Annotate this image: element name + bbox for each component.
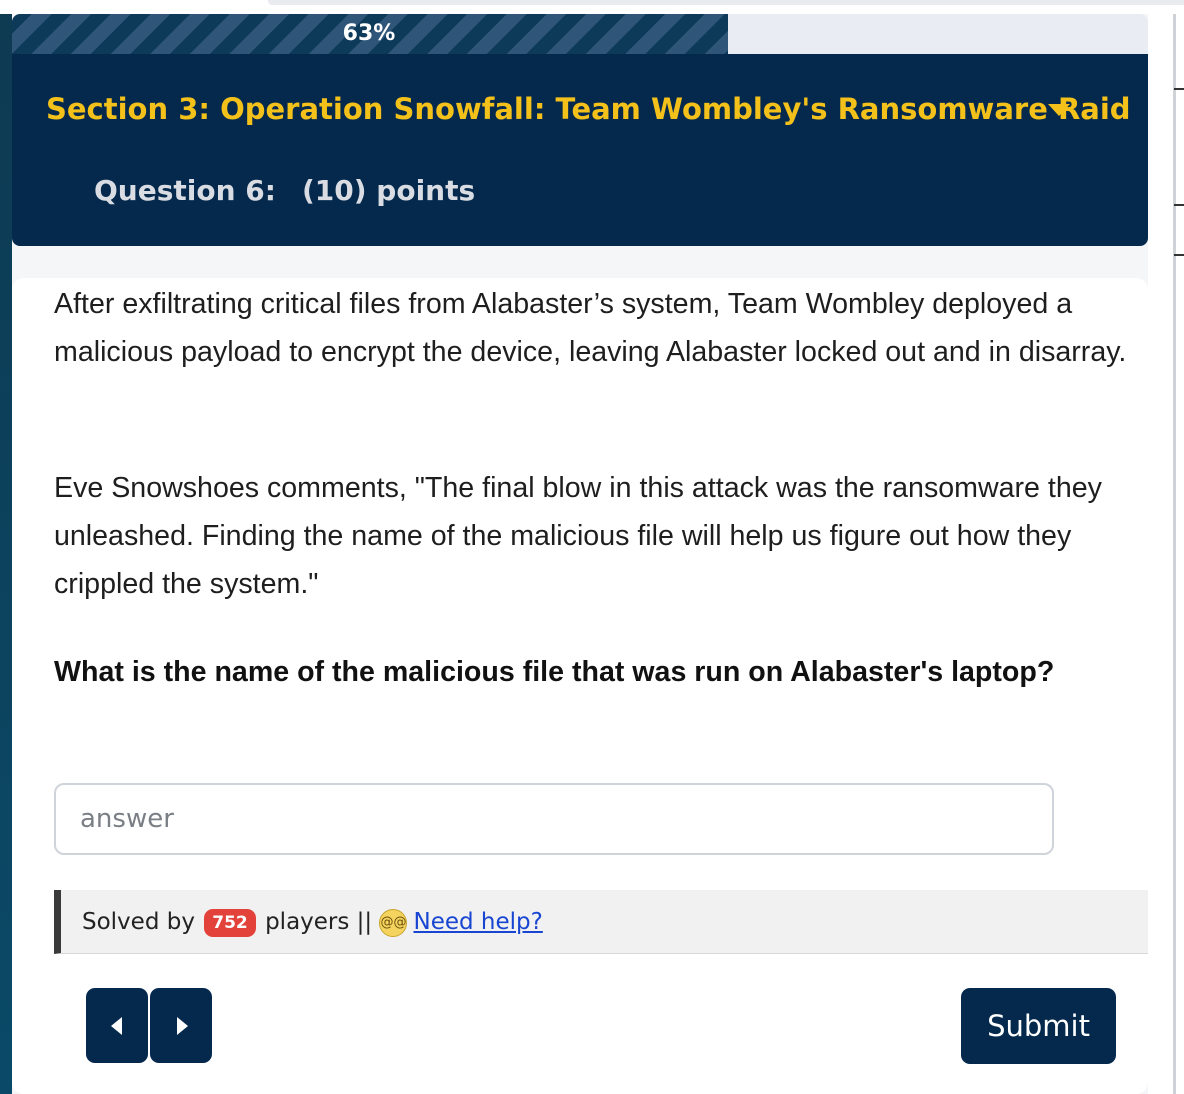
- question-paragraph-2: Eve Snowshoes comments, "The final blow …: [54, 472, 1102, 600]
- section-title: Section 3: Operation Snowfall: Team Womb…: [46, 92, 1131, 126]
- question-paragraph-1: After exfiltrating critical files from A…: [54, 288, 1127, 368]
- answer-input[interactable]: [54, 783, 1054, 855]
- scrollbar-marker: [1174, 204, 1184, 206]
- solved-info-bar: Solved by 752 players || @@ Need help?: [54, 890, 1148, 954]
- left-background-strip: [0, 14, 12, 1094]
- progress-percent-label: 63%: [342, 21, 396, 46]
- submit-button[interactable]: Submit: [961, 988, 1116, 1064]
- section-title-dropdown[interactable]: Section 3: Operation Snowfall: Team Womb…: [46, 92, 1131, 126]
- caret-right-icon: [177, 1017, 188, 1035]
- browser-top-edge: [0, 0, 1184, 14]
- solved-suffix: players ||: [265, 909, 373, 935]
- question-heading: Question 6: (10) points: [94, 174, 475, 207]
- next-question-button[interactable]: [150, 988, 212, 1063]
- question-prompt: What is the name of the malicious file t…: [54, 656, 1055, 688]
- caret-down-icon[interactable]: [1048, 104, 1070, 116]
- solved-count-badge: 752: [204, 908, 256, 937]
- scrollbar[interactable]: [1148, 14, 1184, 1094]
- scrollbar-track[interactable]: [1173, 14, 1176, 1094]
- question-header-panel: Section 3: Operation Snowfall: Team Womb…: [12, 54, 1148, 246]
- progress-bar: 63%: [12, 14, 1148, 54]
- scrollbar-marker: [1174, 254, 1184, 256]
- question-card: After exfiltrating critical files from A…: [12, 278, 1148, 1094]
- scrollbar-marker: [1174, 88, 1184, 90]
- browser-tab-edge: [268, 0, 1184, 5]
- caret-left-icon: [111, 1017, 122, 1035]
- need-help-link[interactable]: Need help?: [413, 909, 542, 935]
- question-points: (10) points: [301, 174, 476, 207]
- previous-question-button[interactable]: [86, 988, 148, 1063]
- dizzy-face-emoji-icon: @@: [379, 908, 408, 937]
- solved-prefix: Solved by: [82, 909, 195, 935]
- question-number: Question 6:: [94, 174, 276, 207]
